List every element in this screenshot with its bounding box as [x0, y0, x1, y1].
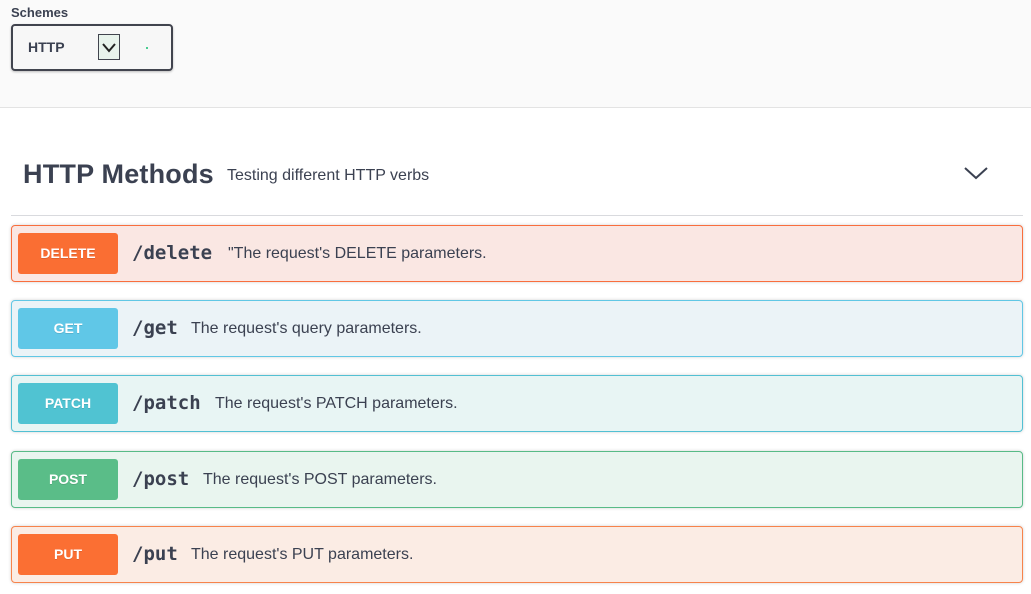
schemes-label: Schemes — [11, 5, 69, 20]
operation-put[interactable]: PUT /put The request's PUT parameters. — [11, 526, 1023, 583]
operation-summary: The request's PUT parameters. — [191, 546, 414, 563]
method-badge-get[interactable]: GET — [18, 308, 118, 349]
operation-summary: The request's query parameters. — [191, 320, 422, 337]
operation-patch[interactable]: PATCH /patch The request's PATCH paramet… — [11, 375, 1023, 432]
operation-path: /post — [132, 468, 190, 490]
operation-get[interactable]: GET /get The request's query parameters. — [11, 300, 1023, 357]
operation-summary: The request's PATCH parameters. — [215, 395, 458, 412]
operation-summary: The request's POST parameters. — [203, 471, 437, 488]
chevron-down-icon[interactable] — [98, 34, 120, 60]
operation-delete[interactable]: DELETE /delete "The request's DELETE par… — [11, 225, 1023, 282]
tag-description: Testing different HTTP verbs — [227, 167, 430, 184]
operation-path: /patch — [132, 392, 201, 414]
method-badge-post[interactable]: POST — [18, 459, 118, 500]
tag-section-header[interactable]: HTTP Methods Testing different HTTP verb… — [11, 140, 1023, 216]
schemes-bar: Schemes HTTP — [0, 0, 1031, 108]
method-badge-delete[interactable]: DELETE — [18, 233, 118, 274]
operation-path: /put — [132, 543, 178, 565]
operation-summary: "The request's DELETE parameters. — [228, 245, 487, 262]
tag-title: HTTP Methods — [23, 159, 214, 189]
operation-path: /get — [132, 317, 178, 339]
scheme-select[interactable]: HTTP — [11, 24, 173, 71]
method-badge-patch[interactable]: PATCH — [18, 383, 118, 424]
tag-section-http-methods: HTTP Methods Testing different HTTP verb… — [11, 140, 1023, 216]
operation-path: /delete — [132, 242, 213, 264]
chevron-down-icon[interactable] — [961, 162, 991, 184]
method-badge-put[interactable]: PUT — [18, 534, 118, 575]
scheme-decoration — [146, 47, 148, 49]
operation-post[interactable]: POST /post The request's POST parameters… — [11, 451, 1023, 508]
scheme-selected-value: HTTP — [28, 39, 65, 55]
